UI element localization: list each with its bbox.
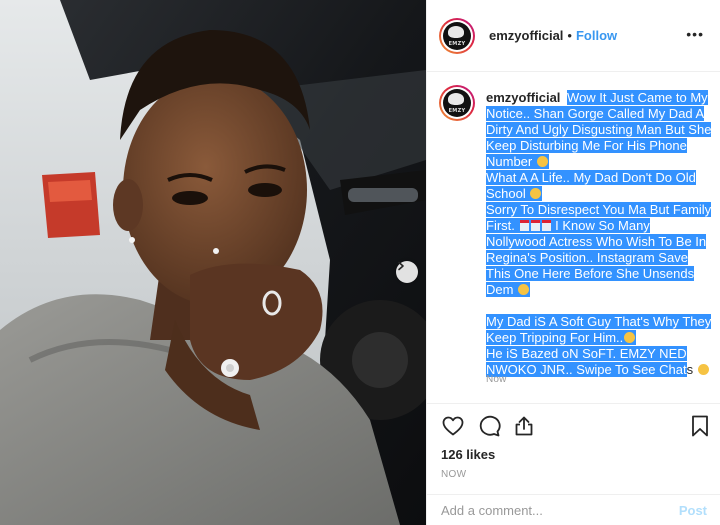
separator-dot: • — [567, 28, 572, 43]
post-caption: emzyofficial Wow It Just Came to My Noti… — [486, 90, 712, 378]
bookmark-icon[interactable] — [690, 414, 710, 438]
emoji-icon — [530, 188, 542, 199]
caption-area: EMZY emzyofficial Wow It Just Came to My… — [427, 72, 720, 404]
caption-text-6: He iS Bazed oN SoFT. — [486, 346, 617, 361]
likes-count[interactable]: 126 likes — [441, 447, 495, 462]
heart-icon[interactable] — [441, 414, 465, 438]
more-options-icon[interactable]: ••• — [686, 26, 704, 42]
chevron-right-icon — [398, 261, 404, 271]
emoji-icon — [518, 284, 530, 295]
carousel-next-button[interactable] — [396, 261, 418, 283]
avatar-text: EMZY — [448, 40, 466, 47]
post-photo[interactable] — [0, 0, 426, 525]
selfie-image — [0, 0, 426, 525]
caption-timestamp[interactable]: Now — [486, 374, 507, 385]
post-header: EMZY emzyofficial • Follow ••• — [427, 0, 720, 72]
comment-icon[interactable] — [477, 414, 501, 438]
caption-text-2: What A A Life.. My Dad Don't Do Old Scho… — [486, 170, 696, 201]
emoji-icon — [624, 332, 636, 343]
caption-text-5: My Dad iS A Soft Guy That's Why They Kee… — [486, 314, 712, 345]
header-username[interactable]: emzyofficial — [489, 28, 563, 43]
post-timestamp: NOW — [441, 469, 467, 480]
caption-avatar-text: EMZY — [448, 108, 466, 114]
avatar[interactable]: EMZY — [439, 17, 475, 54]
follow-button[interactable]: Follow — [576, 28, 617, 43]
post-sidebar: EMZY emzyofficial • Follow ••• EMZY emzy… — [426, 0, 720, 525]
emoji-icon — [536, 156, 548, 167]
flag-icon — [541, 220, 551, 231]
caption-username[interactable]: emzyofficial — [486, 90, 560, 105]
flag-icon — [519, 220, 529, 231]
post-comment-button[interactable]: Post — [679, 503, 707, 518]
emoji-icon — [697, 364, 709, 375]
comment-box: Post — [427, 494, 720, 525]
action-bar — [427, 404, 720, 452]
comment-input[interactable] — [441, 502, 679, 518]
share-icon[interactable] — [512, 414, 536, 438]
caption-text-8: s — [686, 362, 694, 377]
flag-icon — [530, 220, 540, 231]
caption-avatar[interactable]: EMZY — [439, 85, 475, 121]
